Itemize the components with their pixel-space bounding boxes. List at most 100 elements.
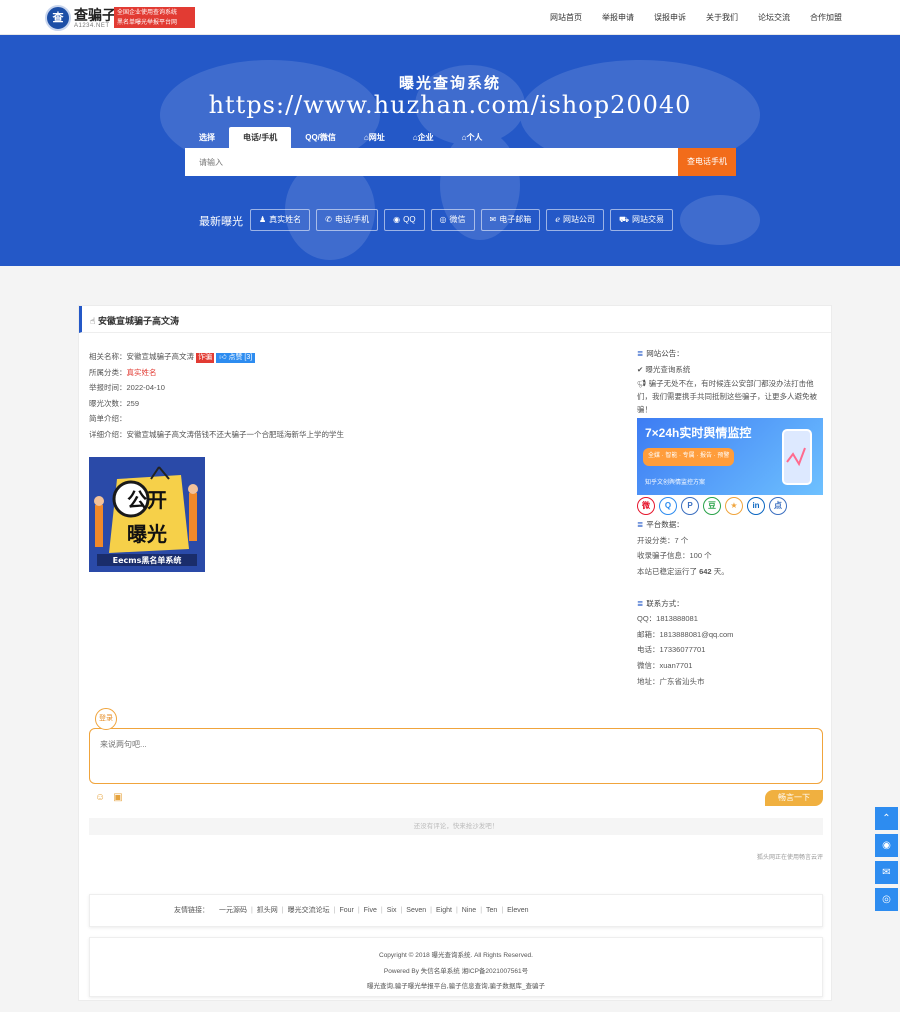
comment-powered-by[interactable]: 狐头网正在使用畅言云评 xyxy=(757,852,823,861)
latest-exposure-button[interactable]: ◎ 微信 xyxy=(430,209,475,231)
nav-forum[interactable]: 论坛交流 xyxy=(758,0,790,35)
qq-float-icon[interactable]: ◉ xyxy=(875,834,898,857)
tab-website-label: 网址 xyxy=(368,133,385,142)
nav-partner[interactable]: 合作加盟 xyxy=(810,0,842,35)
qq-share-icon[interactable]: Q xyxy=(659,497,677,516)
date-value: 2022-04-10 xyxy=(126,383,165,393)
main-nav: 网站首页 举报申请 误报申诉 关于我们 论坛交流 合作加盟 xyxy=(530,0,842,35)
info-row-intro: 简单介绍： xyxy=(89,411,344,427)
star-icon[interactable]: ★ xyxy=(725,497,743,516)
latest-exposure-buttons: ♟ 真实姓名 ✆ 电话/手机 ◉ QQ ◎ 微信 ✉ 电子邮箱 ℯ 网站公司 ⛟ 网站交易 xyxy=(250,209,679,231)
latest-exposure-button[interactable]: ✆ 电话/手机 xyxy=(316,209,379,231)
tab-person[interactable]: ⌂个人 xyxy=(448,127,497,148)
mail-float-icon[interactable]: ✉ xyxy=(875,861,898,884)
hero-search-banner: 曝光查询系统 https://www.huzhan.com/ishop20040… xyxy=(0,35,900,266)
pinterest-icon[interactable]: P xyxy=(681,497,699,516)
hero-title: 曝光查询系统 xyxy=(398,75,501,92)
login-button[interactable]: 登录 xyxy=(95,708,117,730)
slogan-line-2: 黑名单曝光举报平台网 xyxy=(117,20,178,26)
friend-link[interactable]: Four xyxy=(339,907,353,914)
phone-illustration-icon xyxy=(782,429,812,486)
stats-days: 本站已稳定运行了 642 天。 xyxy=(637,564,827,580)
search-type-tabs: 选择 电话/手机 QQ/微信 ⌂网址 ⌂企业 ⌂个人 xyxy=(185,127,496,148)
friend-link[interactable]: 曝光交流论坛 xyxy=(288,907,330,914)
friend-link[interactable]: Five xyxy=(364,907,377,914)
contact-address: 地址：广东省汕头市 xyxy=(637,676,705,686)
like-button[interactable]: 👍︎ 点赞 [3] xyxy=(216,353,256,363)
exposure-image[interactable]: 公开 曝光 Eecms黑名单系统 xyxy=(89,457,205,572)
notice-title: ≣ 网站公告： xyxy=(637,346,827,362)
search-input[interactable] xyxy=(185,148,678,176)
footer-keywords: 曝光查询,骗子曝光举报平台,骗子信息查询,骗子数据库_查骗子 xyxy=(366,983,546,990)
count-label: 曝光次数： xyxy=(89,398,127,408)
friend-link[interactable]: Ten xyxy=(486,907,497,914)
latest-exposure-label: QQ xyxy=(403,215,416,224)
info-row-detail: 详细介绍：安徽宣城骗子高文涛借钱不还大骗子一个合肥瑶海新华上学的学生 xyxy=(89,427,344,443)
tab-select[interactable]: 选择 xyxy=(185,127,229,148)
latest-exposure-button[interactable]: ♟ 真实姓名 xyxy=(250,209,311,231)
latest-exposure-button[interactable]: ⛟ 网站交易 xyxy=(609,209,674,231)
nav-about[interactable]: 关于我们 xyxy=(706,0,738,35)
date-label: 举报时间： xyxy=(89,383,127,393)
nav-home[interactable]: 网站首页 xyxy=(550,0,582,35)
comment-box xyxy=(89,728,823,784)
thumbs-up-icon: ☝ xyxy=(90,316,98,326)
back-to-top-icon[interactable]: ⌃ xyxy=(875,807,898,830)
friend-link[interactable]: Seven xyxy=(406,907,426,914)
link-separator: | xyxy=(281,907,284,914)
detail-value: 安徽宣城骗子高文涛借钱不还大骗子一个合肥瑶海新华上学的学生 xyxy=(126,429,345,439)
link-separator: | xyxy=(250,907,253,914)
weibo-icon[interactable]: 微 xyxy=(637,497,655,516)
notice-system: ✔ 曝光查询系统 xyxy=(637,362,827,378)
douban-icon[interactable]: 豆 xyxy=(703,497,721,516)
link-separator: | xyxy=(357,907,360,914)
site-logo-icon[interactable]: 查 xyxy=(45,5,71,31)
contact-wechat: 微信：xuan7701 xyxy=(637,660,693,670)
panel-title-text: 安徽宣城骗子高文涛 xyxy=(97,316,179,326)
link-separator: | xyxy=(380,907,383,914)
emoji-icon[interactable]: ☺ xyxy=(95,792,105,803)
intro-label: 简单介绍： xyxy=(89,414,127,424)
info-row-category: 所属分类：真实姓名 xyxy=(89,365,344,381)
wechat-float-icon[interactable]: ◎ xyxy=(875,888,898,911)
record-info: 相关名称：安徽宣城骗子高文涛 诈骗 👍︎ 点赞 [3] 所属分类：真实姓名 举报… xyxy=(89,349,344,443)
site-name[interactable]: 查骗子 xyxy=(74,5,116,25)
nav-report[interactable]: 举报申请 xyxy=(602,0,634,35)
latest-exposure-button[interactable]: ◉ QQ xyxy=(384,209,425,231)
dianping-icon[interactable]: 点 xyxy=(769,497,787,516)
powered-by-text[interactable]: Powered By 失信名单系统 湘ICP备2021007561号 xyxy=(90,964,822,980)
detail-label: 详细介绍： xyxy=(89,429,127,439)
image-caption: Eecms黑名单系统 xyxy=(113,555,182,565)
friend-link[interactable]: 抓头网 xyxy=(257,907,278,914)
friend-link[interactable]: Eight xyxy=(436,907,452,914)
copyright-footer: Copyright © 2018 曝光查询系统. All Rights Rese… xyxy=(89,937,823,997)
share-icons: 微 Q P 豆 ★ in 点 xyxy=(637,497,827,516)
friend-link[interactable]: 一元源码 xyxy=(219,907,247,914)
latest-exposure-button[interactable]: ✉ 电子邮箱 xyxy=(480,209,541,231)
latest-exposure-label: 最新曝光 xyxy=(199,216,243,228)
tab-phone[interactable]: 电话/手机 xyxy=(229,127,292,148)
nav-appeal[interactable]: 误报申诉 xyxy=(654,0,686,35)
contact-title-text: 联系方式： xyxy=(646,598,684,608)
tab-website[interactable]: ⌂网址 xyxy=(350,127,399,148)
site-slogan-badge: 全国企业使用查询系统 黑名单曝光举报平台网 xyxy=(114,7,195,28)
link-separator: | xyxy=(455,907,458,914)
category-link[interactable]: 真实姓名 xyxy=(127,368,157,377)
ad-footer: 知乎文创舆情监控方案 xyxy=(645,480,706,487)
tab-qq-wechat[interactable]: QQ/微信 xyxy=(291,127,350,148)
whatsapp-icon: ✆ xyxy=(325,215,332,224)
image-upload-icon[interactable]: ▣ xyxy=(113,792,122,803)
friend-link[interactable]: Six xyxy=(387,907,397,914)
stats-title: ≣ 平台数据： xyxy=(637,517,827,533)
cart-icon: ⛟ xyxy=(618,215,630,224)
tab-company[interactable]: ⌂企业 xyxy=(399,127,448,148)
comment-input[interactable] xyxy=(90,729,822,783)
monitoring-ad-banner[interactable]: 7×24h实时舆情监控 全媒 · 智能 · 专属 · 报告 · 预警 知乎文创舆… xyxy=(637,418,823,496)
send-comment-button[interactable]: 畅言一下 xyxy=(765,790,823,806)
friend-link[interactable]: Nine xyxy=(462,907,476,914)
linkedin-icon[interactable]: in xyxy=(747,497,765,516)
search-button[interactable]: 查电话手机 xyxy=(678,148,736,176)
latest-exposure-button[interactable]: ℯ 网站公司 xyxy=(546,209,604,231)
link-separator: | xyxy=(501,907,504,914)
friend-link[interactable]: Eleven xyxy=(507,907,528,914)
